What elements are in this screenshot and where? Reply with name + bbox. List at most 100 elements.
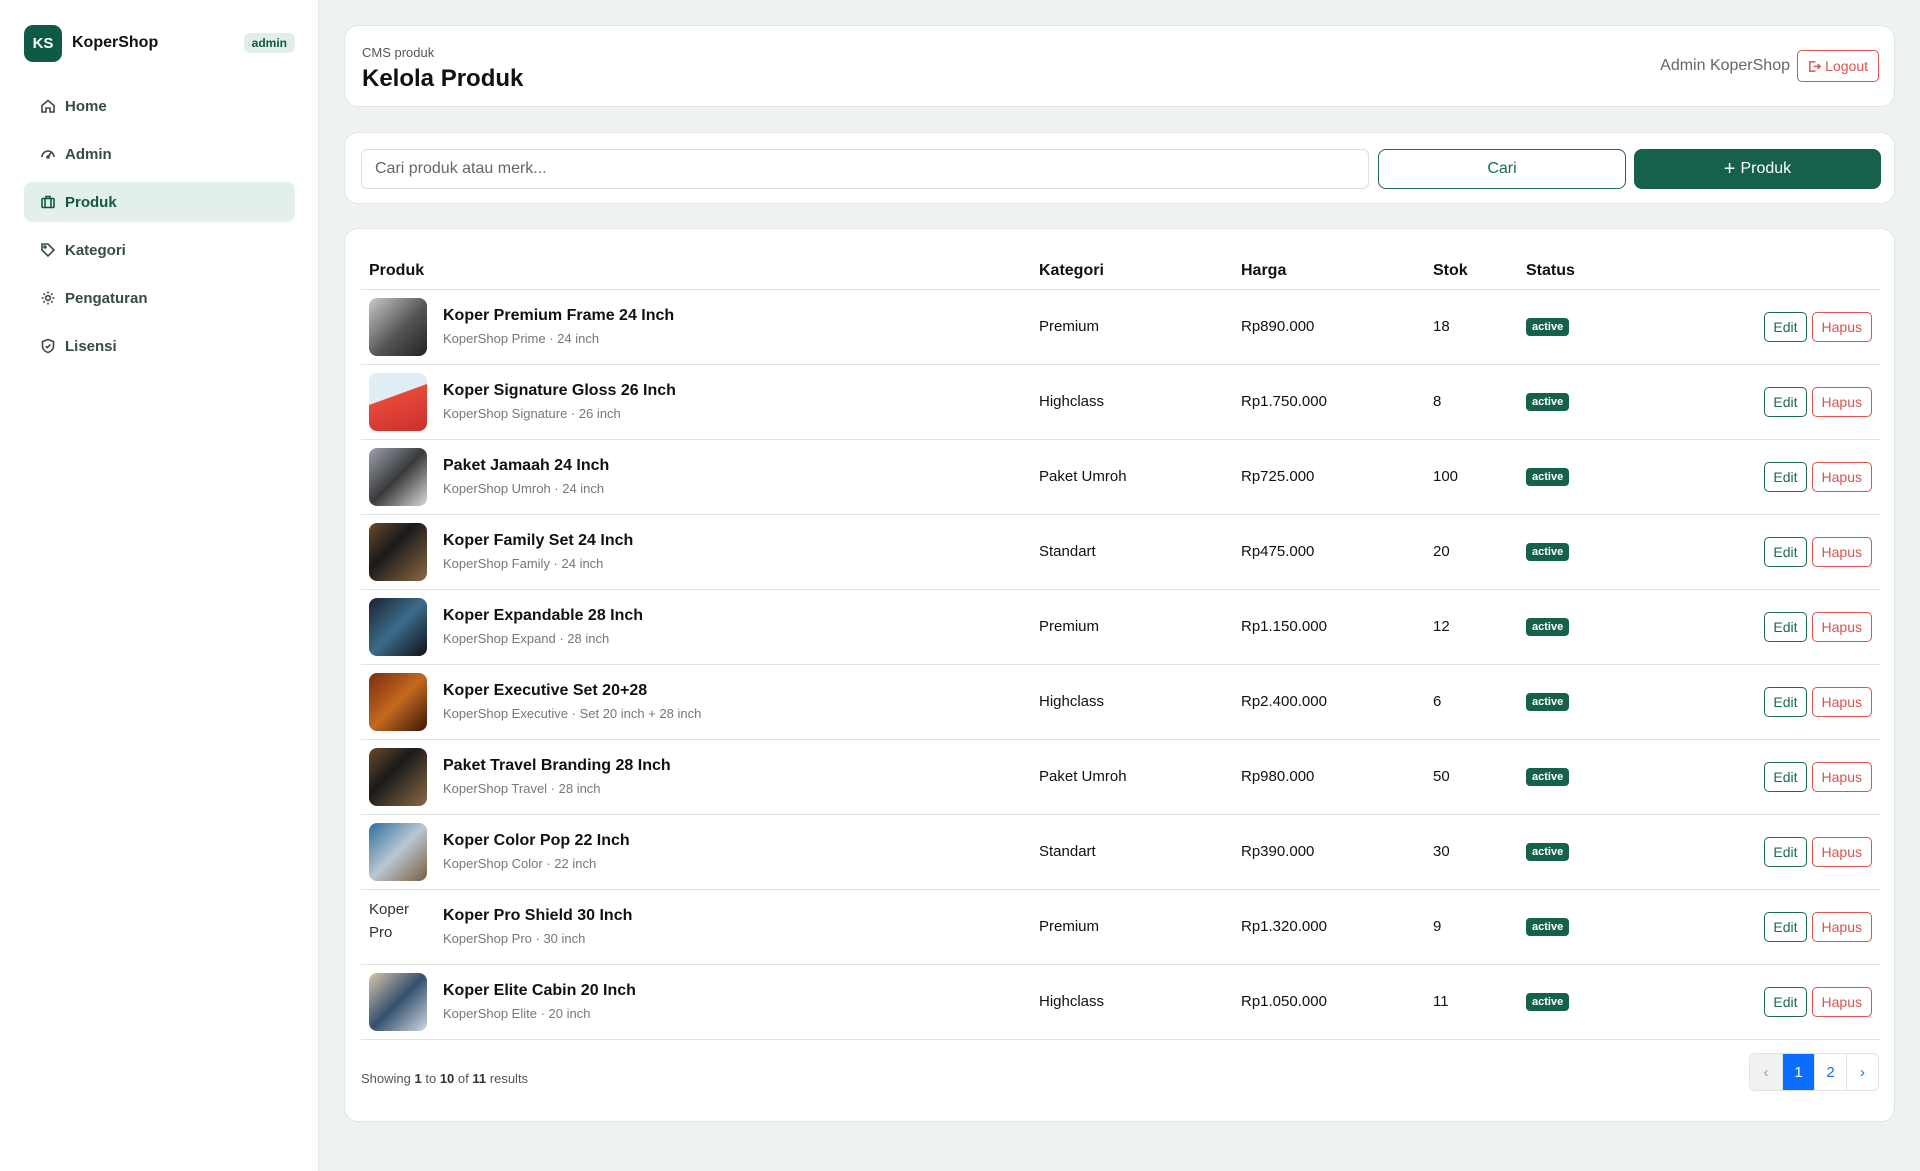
edit-button[interactable]: Edit: [1764, 761, 1807, 792]
search-input[interactable]: [361, 149, 1369, 189]
table-row: Koper Premium Frame 24 Inch KoperShop Pr…: [361, 289, 1880, 365]
product-cell: Koper Elite Cabin 20 Inch KoperShop Elit…: [361, 964, 1039, 1040]
showing-to: 10: [439, 1071, 455, 1086]
tag-icon: [40, 242, 56, 258]
stock-cell: 50: [1433, 739, 1526, 815]
page-2-button[interactable]: 2: [1814, 1054, 1846, 1090]
table-row: Paket Travel Branding 28 Inch KoperShop …: [361, 739, 1880, 815]
sidebar-item-pengaturan[interactable]: Pengaturan: [24, 278, 295, 318]
stock-cell: 12: [1433, 589, 1526, 665]
column-header-actions: [1726, 253, 1880, 290]
edit-button[interactable]: Edit: [1764, 386, 1807, 417]
showing-prefix: Showing: [361, 1071, 411, 1086]
sidebar-item-label: Lisensi: [65, 337, 117, 355]
delete-button[interactable]: Hapus: [1811, 686, 1872, 717]
product-name: Koper Premium Frame 24 Inch: [443, 307, 675, 324]
edit-button[interactable]: Edit: [1764, 986, 1807, 1017]
stock-cell: 8: [1433, 364, 1526, 440]
product-image: [369, 372, 427, 431]
search-button[interactable]: Cari: [1378, 149, 1626, 189]
prev-page-button[interactable]: ‹: [1750, 1054, 1782, 1090]
status-cell: active: [1526, 739, 1726, 815]
actions-cell: Edit Hapus: [1726, 739, 1880, 815]
sidebar-item-lisensi[interactable]: Lisensi: [24, 326, 295, 366]
edit-button[interactable]: Edit: [1764, 911, 1807, 942]
delete-button[interactable]: Hapus: [1811, 836, 1872, 867]
price-cell: Rp390.000: [1241, 814, 1433, 890]
table-row: Koper Expandable 28 Inch KoperShop Expan…: [361, 589, 1880, 665]
sidebar-item-kategori[interactable]: Kategori: [24, 230, 295, 270]
product-meta: KoperShop Family · 24 inch: [443, 556, 604, 571]
status-cell: active: [1526, 814, 1726, 890]
status-badge: active: [1526, 543, 1570, 561]
table-row: Paket Jamaah 24 Inch KoperShop Umroh · 2…: [361, 439, 1880, 515]
product-name: Koper Signature Gloss 26 Inch: [443, 382, 676, 399]
category-cell: Paket Umroh: [1039, 739, 1241, 815]
add-product-button[interactable]: + Produk: [1634, 149, 1881, 189]
category-cell: Standart: [1039, 514, 1241, 590]
price-cell: Rp1.150.000: [1241, 589, 1433, 665]
page-title: Kelola Produk: [362, 65, 524, 92]
edit-button[interactable]: Edit: [1764, 536, 1807, 567]
actions-cell: Edit Hapus: [1726, 814, 1880, 890]
brand[interactable]: KS KoperShop admin: [24, 24, 295, 62]
delete-button[interactable]: Hapus: [1811, 461, 1872, 492]
product-cell: Paket Jamaah 24 Inch KoperShop Umroh · 2…: [361, 439, 1039, 515]
edit-button[interactable]: Edit: [1764, 611, 1807, 642]
delete-button[interactable]: Hapus: [1811, 911, 1872, 942]
stock-cell: 20: [1433, 514, 1526, 590]
delete-button[interactable]: Hapus: [1811, 611, 1872, 642]
status-cell: active: [1526, 589, 1726, 665]
product-name: Paket Travel Branding 28 Inch: [443, 757, 671, 774]
next-page-button[interactable]: ›: [1846, 1054, 1878, 1090]
price-cell: Rp475.000: [1241, 514, 1433, 590]
delete-button[interactable]: Hapus: [1811, 386, 1872, 417]
product-cell: Paket Travel Branding 28 Inch KoperShop …: [361, 739, 1039, 815]
showing-to-word: to: [425, 1071, 437, 1086]
status-badge: active: [1526, 693, 1570, 711]
product-name: Koper Elite Cabin 20 Inch: [443, 982, 636, 999]
logout-button[interactable]: Logout: [1797, 50, 1879, 82]
delete-button[interactable]: Hapus: [1811, 311, 1872, 342]
sidebar-item-admin[interactable]: Admin: [24, 134, 295, 174]
status-badge: active: [1526, 318, 1570, 336]
product-table-card: Produk Kategori Harga Stok Status Koper …: [344, 228, 1895, 1122]
sidebar-item-label: Kategori: [65, 241, 126, 259]
delete-button[interactable]: Hapus: [1811, 986, 1872, 1017]
breadcrumb: CMS produk: [362, 45, 435, 60]
product-image: [369, 597, 427, 656]
sidebar-item-home[interactable]: Home: [24, 86, 295, 126]
edit-button[interactable]: Edit: [1764, 686, 1807, 717]
category-cell: Highclass: [1039, 664, 1241, 740]
product-image-broken: Koper Pro: [369, 897, 427, 956]
product-name: Paket Jamaah 24 Inch: [443, 457, 610, 474]
edit-button[interactable]: Edit: [1764, 311, 1807, 342]
product-image: [369, 972, 427, 1031]
delete-button[interactable]: Hapus: [1811, 536, 1872, 567]
showing-from: 1: [414, 1071, 422, 1086]
product-name: Koper Family Set 24 Inch: [443, 532, 634, 549]
product-image: [369, 822, 427, 881]
table-row: Koper Family Set 24 Inch KoperShop Famil…: [361, 514, 1880, 590]
product-cell: Koper Expandable 28 Inch KoperShop Expan…: [361, 589, 1039, 665]
results-summary: Showing 1 to 10 of 11 results: [361, 1071, 528, 1086]
column-header-produk: Produk: [361, 253, 1039, 290]
product-meta: KoperShop Signature · 26 inch: [443, 406, 621, 421]
product-table: Produk Kategori Harga Stok Status Koper …: [361, 253, 1880, 1040]
delete-button[interactable]: Hapus: [1811, 761, 1872, 792]
status-cell: active: [1526, 964, 1726, 1040]
role-badge: admin: [243, 33, 295, 53]
product-cell: Koper Premium Frame 24 Inch KoperShop Pr…: [361, 289, 1039, 365]
plus-icon: +: [1723, 158, 1736, 180]
page-header: CMS produk Kelola Produk Admin KoperShop…: [344, 25, 1895, 107]
actions-cell: Edit Hapus: [1726, 664, 1880, 740]
search-bar: Cari + Produk: [344, 132, 1895, 204]
column-header-kategori: Kategori: [1039, 253, 1241, 290]
product-meta: KoperShop Prime · 24 inch: [443, 331, 600, 346]
category-cell: Premium: [1039, 289, 1241, 365]
actions-cell: Edit Hapus: [1726, 439, 1880, 515]
sidebar-item-produk[interactable]: Produk: [24, 182, 295, 222]
page-1-button[interactable]: 1: [1782, 1054, 1814, 1090]
edit-button[interactable]: Edit: [1764, 836, 1807, 867]
edit-button[interactable]: Edit: [1764, 461, 1807, 492]
